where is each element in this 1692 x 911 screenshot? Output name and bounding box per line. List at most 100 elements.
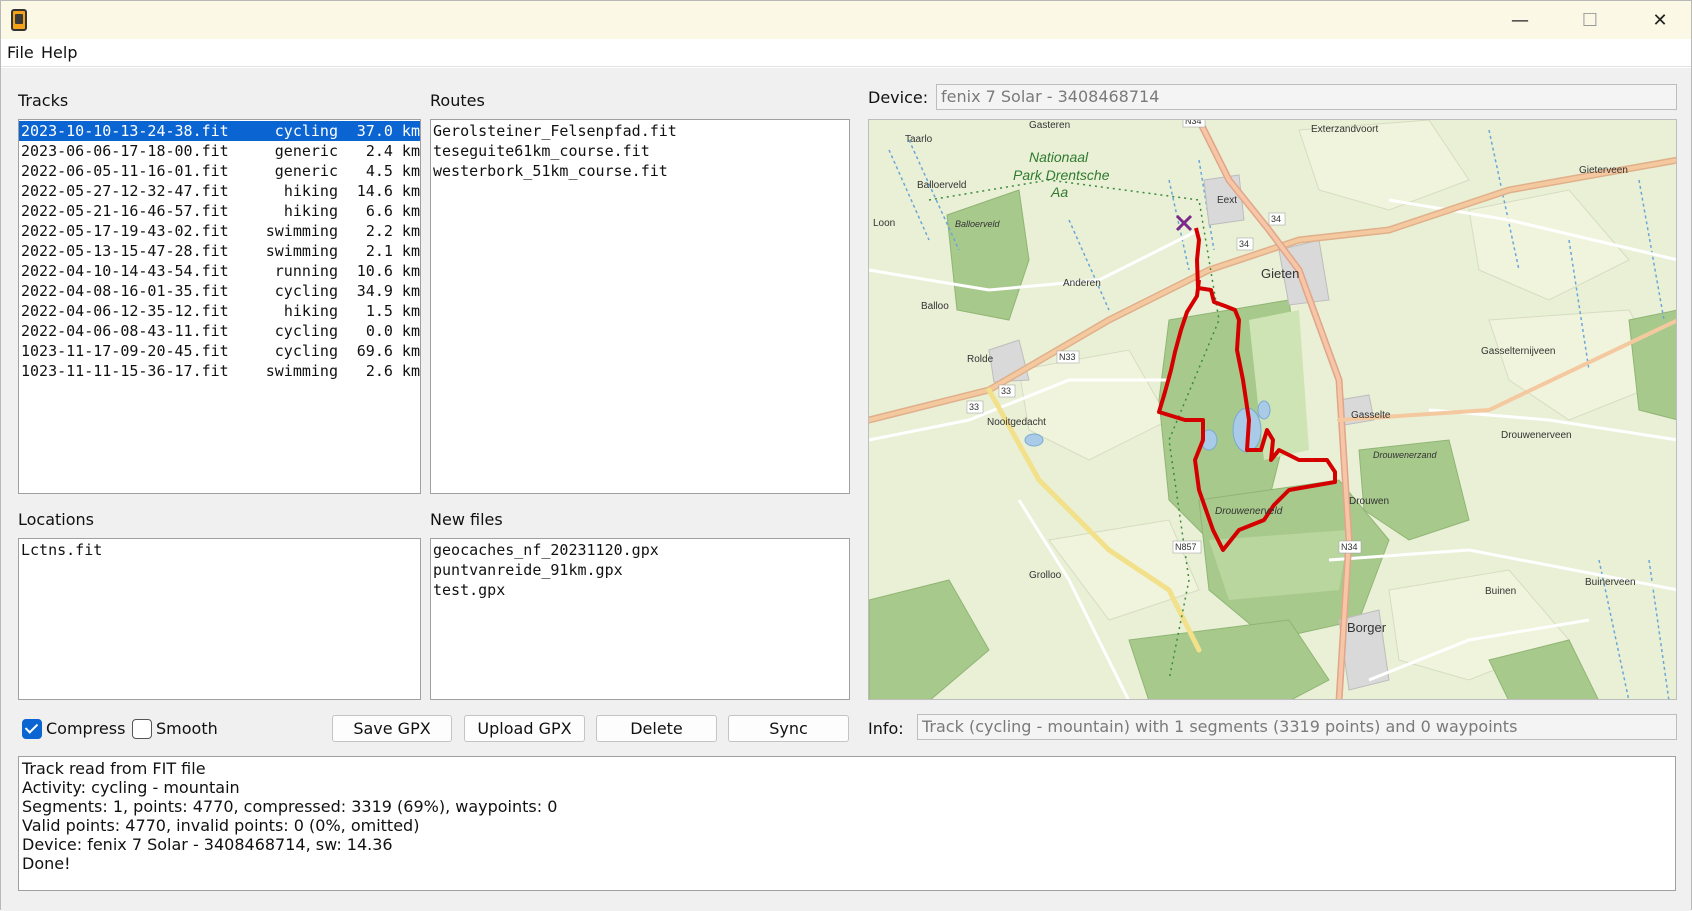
track-row[interactable]: 2022-05-17-19-43-02.fit swimming 2.2 km	[19, 221, 420, 241]
log-line: Segments: 1, points: 4770, compressed: 3…	[22, 797, 558, 816]
track-filename: 2022-05-17-19-43-02.fit	[21, 222, 229, 240]
track-activity: cycling	[274, 122, 338, 140]
track-filename: 2022-05-27-12-32-47.fit	[21, 182, 229, 200]
list-item[interactable]: puntvanreide_91km.gpx	[431, 560, 849, 580]
track-distance: 2.4 km	[365, 142, 420, 160]
track-distance: 6.6 km	[365, 202, 420, 220]
list-item[interactable]: geocaches_nf_20231120.gpx	[431, 540, 849, 560]
track-activity: cycling	[274, 342, 338, 360]
map-place-label: Buinen	[1485, 586, 1516, 597]
track-filename: 2022-06-05-11-16-01.fit	[21, 162, 229, 180]
compress-checkbox[interactable]	[22, 719, 42, 739]
track-row[interactable]: 2023-10-10-13-24-38.fit cycling 37.0 km	[19, 121, 420, 141]
track-distance: 2.6 km	[365, 362, 420, 380]
menu-help[interactable]: Help	[41, 43, 77, 62]
minimize-button[interactable]: —	[1485, 1, 1555, 39]
map-place-label: Drouwenerzand	[1373, 450, 1438, 460]
map-place-label: Anderen	[1063, 278, 1101, 289]
info-label: Info:	[868, 719, 904, 738]
log-line: Track read from FIT file	[22, 759, 206, 778]
smooth-label: Smooth	[156, 719, 218, 738]
track-row[interactable]: 2022-04-10-14-43-54.fit running 10.6 km	[19, 261, 420, 281]
map-canvas[interactable]: Gasteren Taarlo Balloerveld Eext Exterzandvo…	[869, 120, 1677, 700]
list-item[interactable]: Gerolsteiner_Felsenpfad.fit	[431, 121, 849, 141]
track-row[interactable]: 2022-04-06-08-43-11.fit cycling 0.0 km	[19, 321, 420, 341]
track-distance: 1.5 km	[365, 302, 420, 320]
track-activity: generic	[274, 162, 338, 180]
track-filename: 2022-04-06-08-43-11.fit	[21, 322, 229, 340]
routes-label: Routes	[430, 91, 485, 110]
map-place-label: Gieten	[1261, 266, 1299, 281]
track-activity: swimming	[265, 222, 338, 240]
map-place-label: Nooitgedacht	[987, 417, 1046, 428]
log-line: Done!	[22, 854, 71, 873]
locations-list[interactable]: Lctns.fit	[18, 538, 421, 700]
track-filename: 2023-10-10-13-24-38.fit	[21, 122, 229, 140]
sync-button[interactable]: Sync	[728, 715, 849, 742]
map-place-label: Drouwen	[1349, 496, 1389, 507]
track-filename: 2022-04-06-12-35-12.fit	[21, 302, 229, 320]
track-row[interactable]: 2022-05-27-12-32-47.fit hiking 14.6 km	[19, 181, 420, 201]
new-files-list[interactable]: geocaches_nf_20231120.gpx puntvanreide_9…	[430, 538, 850, 700]
map-place-label: Drouwenerveen	[1501, 430, 1572, 441]
map-place-label: Gasteren	[1029, 120, 1070, 131]
track-activity: swimming	[265, 362, 338, 380]
track-activity: hiking	[283, 302, 338, 320]
track-row[interactable]: 2023-06-06-17-18-00.fit generic 2.4 km	[19, 141, 420, 161]
track-row[interactable]: 2022-04-06-12-35-12.fit hiking 1.5 km	[19, 301, 420, 321]
list-item[interactable]: test.gpx	[431, 580, 849, 600]
map-place-label: Grolloo	[1029, 570, 1062, 581]
track-filename: 2023-06-06-17-18-00.fit	[21, 142, 229, 160]
road-number-label: N857	[1175, 542, 1197, 552]
track-row[interactable]: 1023-11-17-09-20-45.fit cycling 69.6 km	[19, 341, 420, 361]
track-filename: 2022-04-08-16-01-35.fit	[21, 282, 229, 300]
road-number-label: N34	[1185, 120, 1202, 126]
upload-gpx-button[interactable]: Upload GPX	[464, 715, 585, 742]
tracks-list[interactable]: 2023-10-10-13-24-38.fit cycling 37.0 km 202…	[18, 119, 421, 494]
log-line: Activity: cycling - mountain	[22, 778, 240, 797]
routes-list[interactable]: Gerolsteiner_Felsenpfad.fit teseguite61k…	[430, 119, 850, 494]
track-row[interactable]: 1023-11-11-15-36-17.fit swimming 2.6 km	[19, 361, 420, 381]
track-row[interactable]: 2022-05-13-15-47-28.fit swimming 2.1 km	[19, 241, 420, 261]
list-item[interactable]: teseguite61km_course.fit	[431, 141, 849, 161]
menu-file[interactable]: File	[7, 43, 34, 62]
application-window: — ☐ ✕ File Help Tracks 2023-10-10-13-24-…	[0, 0, 1692, 911]
track-distance: 37.0 km	[356, 122, 420, 140]
map-view[interactable]: Gasteren Taarlo Balloerveld Eext Exterzandvo…	[868, 119, 1677, 700]
log-line: Valid points: 4770, invalid points: 0 (0…	[22, 816, 420, 835]
track-activity: generic	[274, 142, 338, 160]
map-place-label: Eext	[1217, 195, 1237, 206]
track-activity: swimming	[265, 242, 338, 260]
road-number-label: 34	[1271, 214, 1281, 224]
track-row[interactable]: 2022-06-05-11-16-01.fit generic 4.5 km	[19, 161, 420, 181]
device-label: Device:	[868, 88, 929, 107]
track-distance: 0.0 km	[365, 322, 420, 340]
list-item[interactable]: westerbork_51km_course.fit	[431, 161, 849, 181]
track-distance: 2.1 km	[365, 242, 420, 260]
locations-label: Locations	[18, 510, 95, 529]
track-filename: 2022-05-21-16-46-57.fit	[21, 202, 229, 220]
map-place-label: Taarlo	[905, 134, 933, 145]
track-activity: hiking	[283, 202, 338, 220]
track-row[interactable]: 2022-04-08-16-01-35.fit cycling 34.9 km	[19, 281, 420, 301]
track-filename: 2022-04-10-14-43-54.fit	[21, 262, 229, 280]
smooth-checkbox[interactable]	[132, 719, 152, 739]
road-number-label: 34	[1239, 239, 1249, 249]
track-activity: cycling	[274, 282, 338, 300]
track-distance: 34.9 km	[356, 282, 420, 300]
map-place-label: Borger	[1347, 620, 1387, 635]
list-item[interactable]: Lctns.fit	[19, 540, 420, 560]
log-line: Device: fenix 7 Solar - 3408468714, sw: …	[22, 835, 393, 854]
save-gpx-button[interactable]: Save GPX	[332, 715, 452, 742]
close-button[interactable]: ✕	[1625, 1, 1692, 39]
maximize-button[interactable]: ☐	[1555, 1, 1625, 39]
compress-label: Compress	[46, 719, 126, 738]
menu-bar: File Help	[1, 39, 1691, 67]
map-place-label: Gieterveen	[1579, 165, 1628, 176]
delete-button[interactable]: Delete	[596, 715, 717, 742]
road-number-label: 33	[1001, 386, 1011, 396]
track-row[interactable]: 2022-05-21-16-46-57.fit hiking 6.6 km	[19, 201, 420, 221]
log-output[interactable]: Track read from FIT file Activity: cycli…	[18, 756, 1676, 891]
track-filename: 1023-11-17-09-20-45.fit	[21, 342, 229, 360]
road-number-label: N34	[1341, 542, 1358, 552]
